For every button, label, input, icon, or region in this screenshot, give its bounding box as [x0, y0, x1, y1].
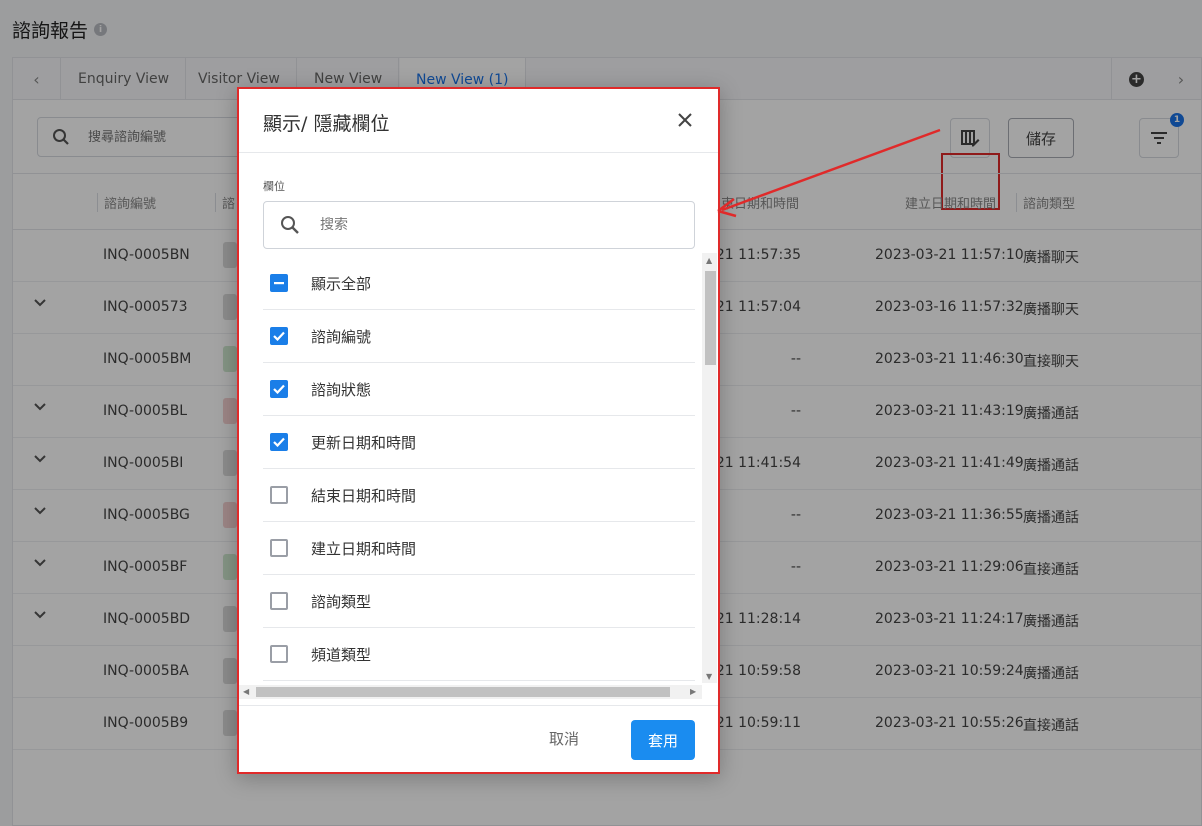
option-label: 結束日期和時間 [311, 486, 417, 505]
checkbox[interactable] [270, 274, 288, 292]
scroll-right-icon[interactable]: ▶ [690, 688, 696, 696]
checkbox[interactable] [270, 433, 288, 451]
cancel-button[interactable]: 取消 [549, 728, 579, 749]
column-option[interactable]: 頻道類型 [263, 628, 695, 681]
scroll-up-icon[interactable]: ▲ [706, 257, 712, 265]
horizontal-scrollbar[interactable]: ◀ ▶ [239, 685, 702, 699]
checkbox[interactable] [270, 327, 288, 345]
dialog-footer: 取消 套用 [239, 705, 718, 776]
column-search-box[interactable] [263, 201, 695, 249]
option-label: 諮詢類型 [311, 592, 372, 611]
option-label: 諮詢狀態 [311, 380, 372, 399]
option-label: 諮詢編號 [311, 327, 372, 346]
column-search-input[interactable] [320, 217, 660, 233]
search-icon [281, 216, 299, 234]
field-label: 欄位 [263, 180, 285, 193]
vertical-scroll-thumb[interactable] [705, 271, 716, 365]
column-option[interactable]: 結束日期和時間 [263, 469, 695, 522]
checkbox[interactable] [270, 486, 288, 504]
option-label: 頻道類型 [311, 645, 372, 664]
option-label: 建立日期和時間 [311, 539, 417, 558]
option-label: 更新日期和時間 [311, 433, 417, 452]
column-option[interactable]: 諮詢編號 [263, 310, 695, 363]
vertical-scrollbar[interactable]: ▲ ▼ [702, 253, 717, 683]
column-option[interactable]: 更新日期和時間 [263, 416, 695, 469]
column-option[interactable]: 顯示全部 [263, 257, 695, 310]
column-option[interactable]: 諮詢狀態 [263, 363, 695, 416]
apply-button[interactable]: 套用 [631, 720, 695, 760]
checkbox[interactable] [270, 645, 288, 663]
checkbox[interactable] [270, 539, 288, 557]
column-option[interactable]: 建立日期和時間 [263, 522, 695, 575]
column-visibility-dialog: 顯示/ 隱藏欄位 欄位 顯示全部諮詢編號諮詢狀態更新日期和時間結束日期和時間建立… [237, 87, 720, 774]
column-option[interactable]: 諮詢類型 [263, 575, 695, 628]
option-label: 顯示全部 [311, 274, 372, 293]
column-option-list: 顯示全部諮詢編號諮詢狀態更新日期和時間 結束日期和時間 建立日期和時間 諮詢類型頻道類… [239, 253, 717, 689]
checkbox[interactable] [270, 380, 288, 398]
checkbox[interactable] [270, 592, 288, 610]
scroll-down-icon[interactable]: ▼ [706, 673, 712, 681]
scroll-left-icon[interactable]: ◀ [243, 688, 249, 696]
dialog-header: 顯示/ 隱藏欄位 [239, 89, 718, 153]
dialog-title: 顯示/ 隱藏欄位 [263, 113, 390, 135]
close-icon[interactable] [676, 111, 694, 129]
horizontal-scroll-thumb[interactable] [256, 687, 670, 697]
